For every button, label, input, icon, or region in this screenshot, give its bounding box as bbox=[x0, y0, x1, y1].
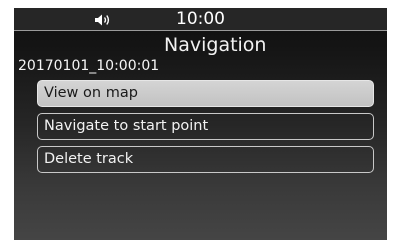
speaker-volume-icon bbox=[94, 12, 112, 26]
page-title: Navigation bbox=[164, 34, 267, 56]
delete-track-button[interactable]: Delete track bbox=[37, 146, 374, 173]
view-on-map-button[interactable]: View on map bbox=[37, 80, 374, 107]
clock: 10:00 bbox=[176, 9, 225, 29]
navigate-to-start-point-button[interactable]: Navigate to start point bbox=[37, 113, 374, 140]
device-screen: 10:00 Navigation 20170101_10:00:01 View … bbox=[14, 8, 387, 240]
track-name: 20170101_10:00:01 bbox=[18, 58, 160, 74]
status-bar: 10:00 bbox=[14, 8, 387, 31]
